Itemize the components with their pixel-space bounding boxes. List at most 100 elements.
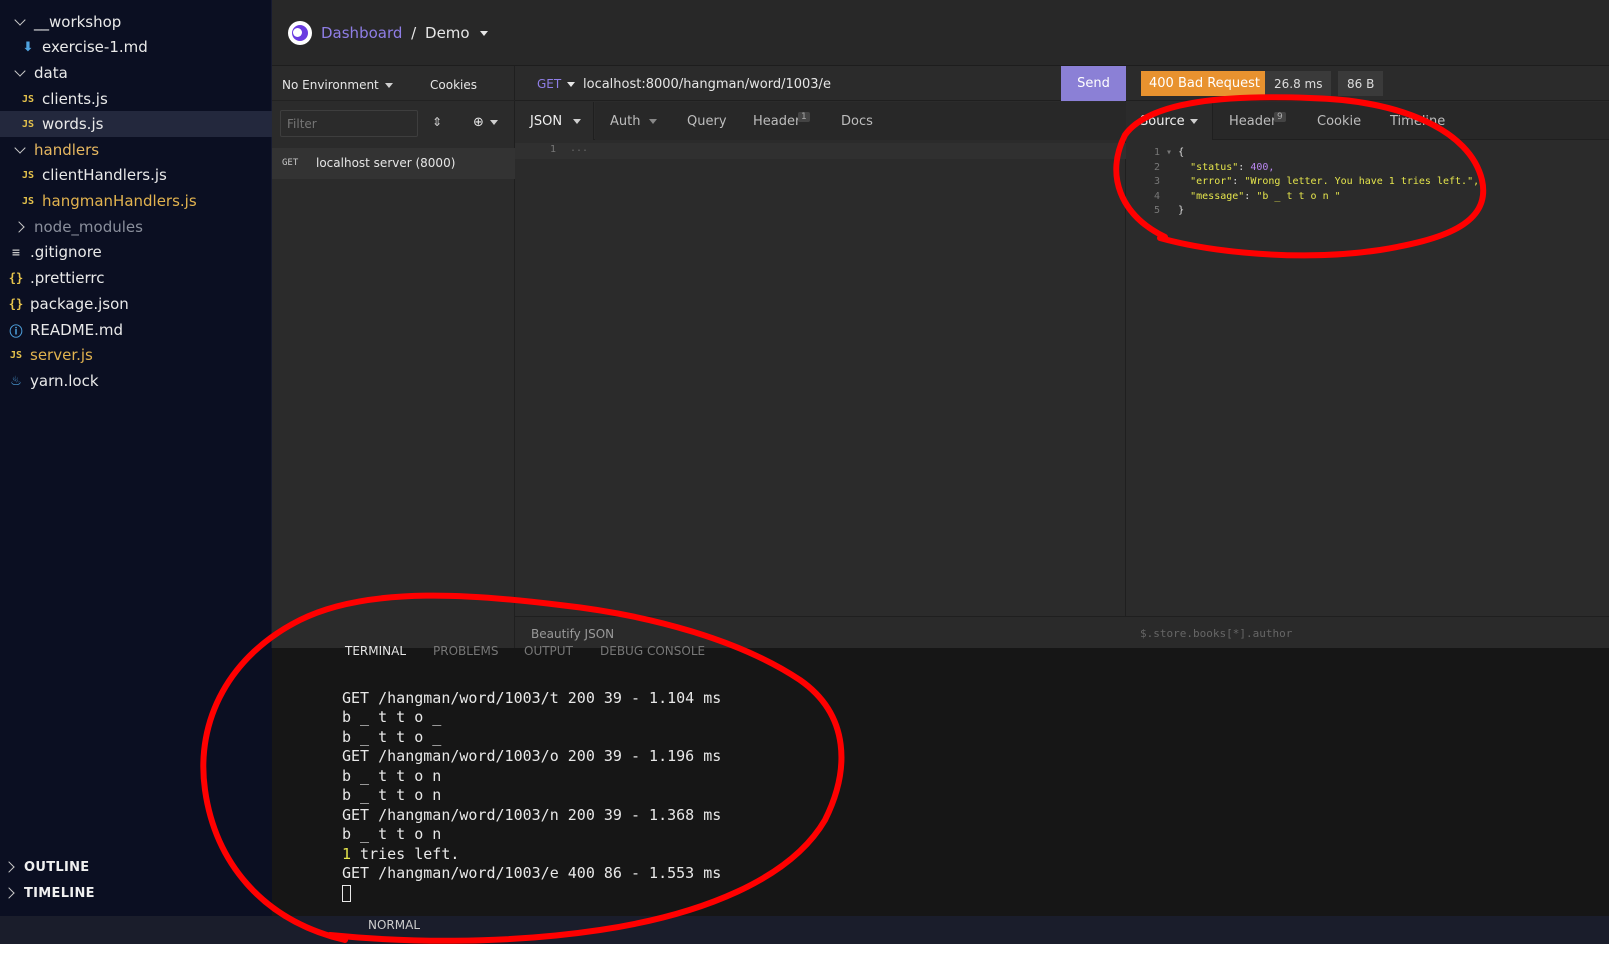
info-icon: ⓘ (9, 324, 23, 340)
terminal-line: b _ t t o _ (342, 708, 442, 726)
chevron-down-icon (489, 120, 498, 125)
chevron-down-icon (573, 119, 581, 124)
cookies-button[interactable]: Cookies (430, 78, 477, 92)
response-header-count-badge: 9 (1274, 112, 1286, 122)
request-name: localhost server (8000) (316, 156, 456, 170)
tree-label: .prettierrc (30, 269, 105, 287)
editor-placeholder: ... (570, 143, 589, 154)
response-line: 3 "error": "Wrong letter. You have 1 tri… (1153, 176, 1480, 187)
tree-folder-data[interactable]: data (0, 60, 286, 86)
response-filter-input[interactable]: $.store.books[*].author (1140, 627, 1292, 640)
javascript-file-icon: JS (9, 349, 23, 361)
braces-file-icon: {} (8, 271, 24, 285)
tab-auth[interactable]: Auth (610, 114, 640, 129)
javascript-file-icon: JS (21, 93, 35, 105)
send-button[interactable]: Send (1061, 66, 1126, 101)
breadcrumb-separator: / (411, 24, 417, 42)
tab-problems[interactable]: PROBLEMS (433, 644, 499, 658)
terminal-line: b _ t t o n (342, 767, 442, 785)
request-method-badge: GET (282, 158, 299, 168)
tree-file-prettierrc[interactable]: {} .prettierrc (0, 265, 280, 291)
terminal-line-tries: 1 tries left. (342, 845, 460, 863)
tab-body-label: JSON (530, 114, 563, 129)
tree-folder-workshop[interactable]: __workshop (0, 9, 286, 35)
tree-file-hangmanhandlers-js[interactable]: JS hangmanHandlers.js (0, 188, 292, 214)
timeline-section[interactable]: TIMELINE (0, 880, 276, 906)
response-pane: 400 Bad Request 26.8 ms 86 B Source Head… (1126, 66, 1609, 648)
terminal-line: b _ t t o n (342, 825, 442, 843)
chevron-right-icon (4, 886, 18, 900)
tree-file-readme[interactable]: ⓘ README.md (0, 317, 280, 343)
terminal-line: GET /hangman/word/1003/t 200 39 - 1.104 … (342, 689, 722, 707)
tree-file-clienthandlers-js[interactable]: JS clientHandlers.js (0, 162, 292, 188)
lines-file-icon: ≡ (11, 245, 21, 259)
add-request-button[interactable]: ⊕ (473, 115, 498, 130)
tree-label: yarn.lock (30, 372, 99, 390)
tree-label: hangmanHandlers.js (42, 192, 197, 210)
filter-input[interactable] (280, 110, 418, 137)
status-bar: NORMAL (0, 916, 1609, 944)
terminal-line: GET /hangman/word/1003/n 200 39 - 1.368 … (342, 806, 722, 824)
tree-label: data (34, 64, 68, 82)
tree-folder-node-modules[interactable]: node_modules (0, 214, 286, 240)
tab-body[interactable]: JSON (515, 102, 594, 140)
terminal-cursor[interactable] (342, 885, 351, 902)
request-item[interactable]: GET localhost server (8000) (272, 148, 515, 179)
tab-cookie[interactable]: Cookie (1317, 114, 1361, 129)
tab-timeline[interactable]: Timeline (1390, 114, 1445, 129)
workspace-dropdown-icon[interactable] (480, 31, 489, 36)
vim-mode: NORMAL (368, 918, 421, 932)
tree-file-exercise-md[interactable]: ⬇ exercise-1.md (0, 34, 292, 60)
tree-file-yarn-lock[interactable]: ♨ yarn.lock (0, 368, 280, 394)
divider (272, 100, 515, 101)
tab-docs[interactable]: Docs (841, 114, 873, 129)
outline-label: OUTLINE (24, 859, 90, 875)
sort-icon[interactable]: ⇕ (432, 115, 442, 129)
outline-section[interactable]: OUTLINE (0, 854, 276, 880)
bottom-strip (0, 944, 1609, 969)
tab-output[interactable]: OUTPUT (524, 644, 573, 658)
workspace-name[interactable]: Demo (425, 24, 470, 42)
tree-file-words-js[interactable]: JS words.js (0, 111, 292, 137)
tree-label: __workshop (34, 13, 122, 31)
explorer-lower-panel: OUTLINE TIMELINE (0, 648, 272, 916)
chevron-right-icon (14, 220, 28, 234)
breadcrumb: Dashboard / Demo (321, 24, 489, 42)
braces-file-icon: {} (8, 297, 24, 311)
tree-file-package-json[interactable]: {} package.json (0, 291, 280, 317)
tab-terminal[interactable]: TERMINAL (345, 644, 406, 658)
chevron-down-icon (14, 15, 28, 29)
tab-header[interactable]: Header (753, 114, 800, 129)
response-line: 2 "status": 400, (1153, 161, 1275, 173)
insomnia-window: Dashboard / Demo No Environment Cookies … (272, 0, 1609, 648)
response-size-badge: 86 B (1338, 71, 1384, 96)
tree-folder-handlers[interactable]: handlers (0, 137, 286, 163)
url-input[interactable] (581, 72, 1051, 96)
response-status-bar: 400 Bad Request 26.8 ms 86 B (1126, 66, 1609, 101)
method-dropdown[interactable]: GET (537, 77, 576, 91)
environment-label: No Environment (282, 78, 379, 92)
insomnia-header: Dashboard / Demo (272, 0, 1609, 66)
tab-source[interactable]: Source (1126, 102, 1213, 140)
beautify-json-button[interactable]: Beautify JSON (531, 627, 614, 641)
breadcrumb-dashboard-link[interactable]: Dashboard (321, 24, 402, 42)
timeline-label: TIMELINE (24, 885, 95, 901)
terminal-line: GET /hangman/word/1003/e 400 86 - 1.553 … (342, 864, 722, 882)
plus-circle-icon: ⊕ (473, 115, 484, 130)
response-line: 5 } (1153, 205, 1185, 216)
request-sidebar: No Environment Cookies ⇕ ⊕ GET localhost… (272, 66, 515, 648)
tree-label: clientHandlers.js (42, 166, 167, 184)
tree-file-server-js[interactable]: JS server.js (0, 342, 280, 368)
chevron-down-icon (384, 83, 393, 88)
tree-file-gitignore[interactable]: ≡ .gitignore (0, 239, 280, 265)
environment-dropdown[interactable]: No Environment (282, 78, 393, 92)
response-body: 1 ▾ { 2 "status": 400, 3 "error": "Wrong… (1126, 146, 1609, 226)
tree-label: node_modules (34, 218, 143, 236)
tab-response-header[interactable]: Header (1229, 114, 1276, 129)
tree-file-clients-js[interactable]: JS clients.js (0, 86, 292, 112)
tab-debug-console[interactable]: DEBUG CONSOLE (600, 644, 705, 658)
tab-query[interactable]: Query (687, 114, 727, 129)
url-bar: GET Send (515, 66, 1126, 101)
chevron-down-icon (567, 82, 576, 87)
editor-line-highlight: 1 ... (515, 143, 1126, 159)
